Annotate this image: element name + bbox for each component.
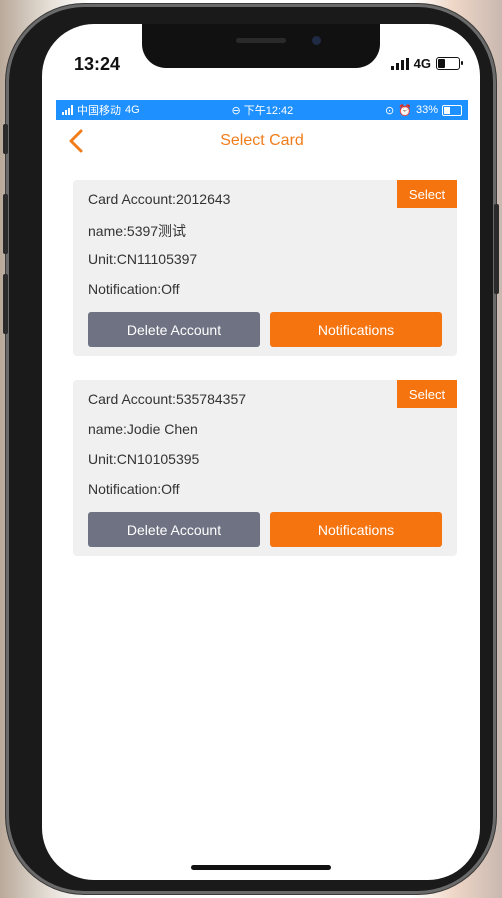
page-title: Select Card: [220, 132, 304, 149]
card-name: name:5397测试: [88, 223, 187, 239]
card-notification-status: Notification:Off: [88, 281, 180, 297]
notch: [142, 24, 380, 68]
card-item: Card Account:2012643 name:5397测试 Unit:CN…: [73, 180, 457, 356]
ios-status-right: 4G: [390, 56, 463, 71]
power-button: [494, 204, 499, 294]
card-name: name:Jodie Chen: [88, 421, 198, 437]
ios-network: 4G: [413, 56, 431, 71]
ios-status-time: 13:24: [74, 54, 121, 74]
card-unit: Unit:CN11105397: [88, 251, 198, 267]
android-time: 下午12:42: [243, 105, 294, 117]
card-account: Card Account:2012643: [88, 191, 231, 207]
battery-icon: [436, 57, 463, 70]
nav-bar: Select Card: [56, 122, 468, 162]
volume-down-button: [3, 274, 8, 334]
android-signal-icon: [62, 105, 73, 115]
screen: 13:24 4G 中国移动 4G ⊖ 下午12:42 ⊙ ⏰ 33% Selec…: [42, 24, 480, 880]
camera: [312, 36, 321, 45]
select-button[interactable]: Select: [397, 380, 457, 408]
android-battery-icon: [441, 104, 462, 116]
rotation-lock-icon: ⊙: [385, 104, 395, 117]
alarm-icon: ⏰: [398, 104, 412, 117]
link-icon: ⊖: [231, 104, 241, 117]
android-carrier: 中国移动: [77, 105, 121, 117]
phone-frame: 13:24 4G 中国移动 4G ⊖ 下午12:42 ⊙ ⏰ 33% Selec…: [3, 4, 499, 894]
android-battery: 33%: [415, 104, 438, 116]
signal-icon: [390, 57, 409, 70]
mute-switch: [3, 124, 8, 154]
delete-account-button[interactable]: Delete Account: [88, 312, 260, 347]
card-item: Card Account:535784357 name:Jodie Chen U…: [73, 380, 457, 556]
notifications-button[interactable]: Notifications: [270, 312, 442, 347]
android-network: 4G: [125, 104, 140, 116]
delete-account-button[interactable]: Delete Account: [88, 512, 260, 547]
card-account: Card Account:535784357: [88, 391, 247, 407]
home-indicator[interactable]: [191, 865, 331, 870]
speaker: [236, 38, 286, 43]
card-unit: Unit:CN10105395: [88, 451, 200, 467]
android-status-bar: 中国移动 4G ⊖ 下午12:42 ⊙ ⏰ 33%: [56, 100, 468, 120]
volume-up-button: [3, 194, 8, 254]
card-notification-status: Notification:Off: [88, 481, 180, 497]
notifications-button[interactable]: Notifications: [270, 512, 442, 547]
select-button[interactable]: Select: [397, 180, 457, 208]
